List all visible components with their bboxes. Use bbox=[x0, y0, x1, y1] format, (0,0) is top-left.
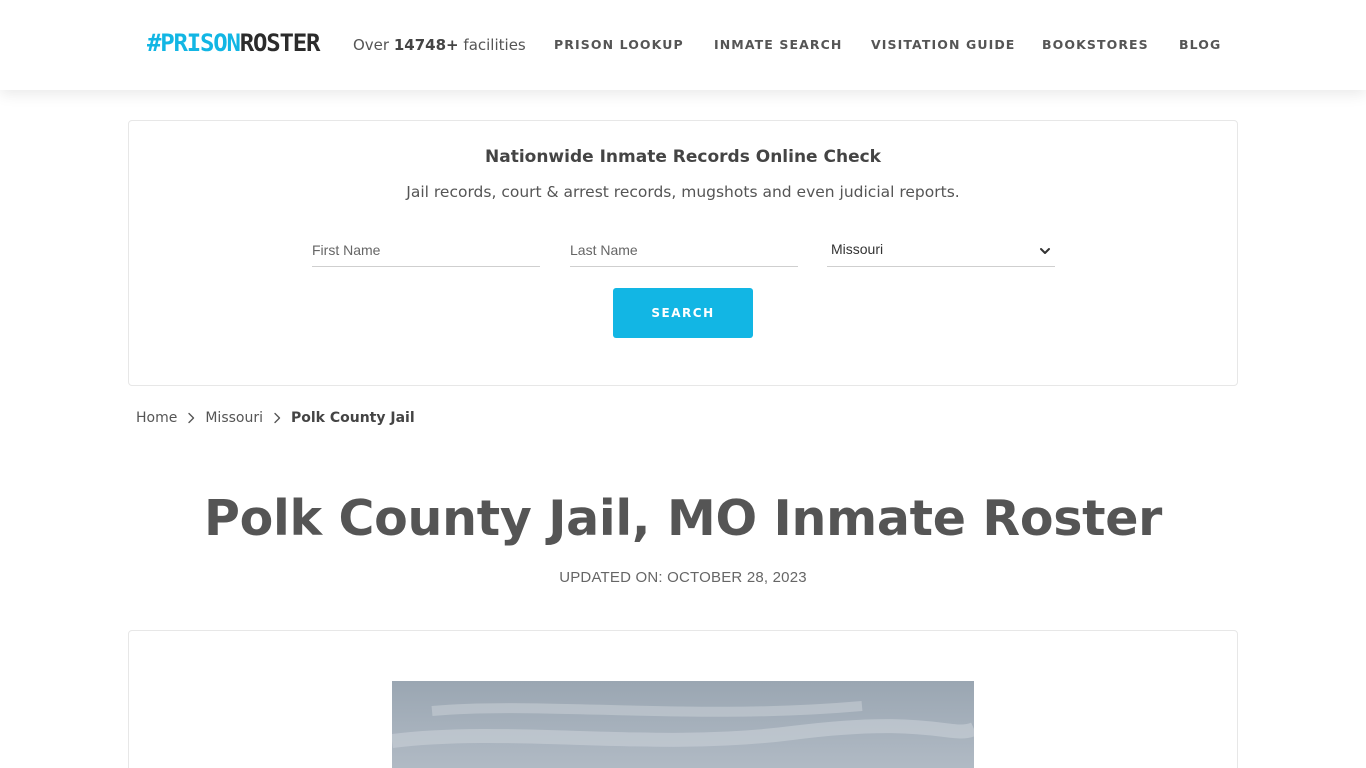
breadcrumb-home[interactable]: Home bbox=[136, 410, 177, 426]
page-title: Polk County Jail, MO Inmate Roster bbox=[203, 490, 1162, 547]
updated-date: UPDATED ON: OCTOBER 28, 2023 bbox=[559, 569, 807, 586]
nav-inmate-search[interactable]: INMATE SEARCH bbox=[714, 37, 842, 53]
nav-blog[interactable]: BLOG bbox=[1179, 37, 1221, 53]
chevron-right-icon bbox=[263, 408, 291, 428]
breadcrumb-state[interactable]: Missouri bbox=[205, 410, 263, 426]
nav-bookstores[interactable]: BOOKSTORES bbox=[1042, 37, 1149, 53]
nav-prison-lookup[interactable]: PRISON LOOKUP bbox=[554, 37, 684, 53]
first-name-input[interactable] bbox=[312, 233, 540, 267]
search-button[interactable]: SEARCH bbox=[613, 288, 753, 338]
chevron-right-icon bbox=[177, 408, 205, 428]
breadcrumb: Home Missouri Polk County Jail bbox=[136, 408, 415, 428]
search-card: Nationwide Inmate Records Online Check J… bbox=[128, 120, 1238, 386]
state-select[interactable]: Missouri bbox=[827, 233, 1055, 267]
chevron-down-icon bbox=[1039, 242, 1051, 254]
search-subtitle: Jail records, court & arrest records, mu… bbox=[406, 183, 960, 201]
content-card bbox=[128, 630, 1238, 768]
last-name-input[interactable] bbox=[570, 233, 798, 267]
breadcrumb-current: Polk County Jail bbox=[290, 410, 415, 426]
main-nav: PRISON LOOKUP INMATE SEARCH VISITATION G… bbox=[0, 37, 1366, 55]
site-header: #PRISONROSTER Over 14748+ facilities PRI… bbox=[0, 0, 1366, 90]
state-select-value: Missouri bbox=[831, 241, 884, 257]
nav-visitation-guide[interactable]: VISITATION GUIDE bbox=[871, 37, 1015, 53]
facility-photo bbox=[391, 681, 977, 768]
search-title: Nationwide Inmate Records Online Check bbox=[485, 147, 881, 167]
